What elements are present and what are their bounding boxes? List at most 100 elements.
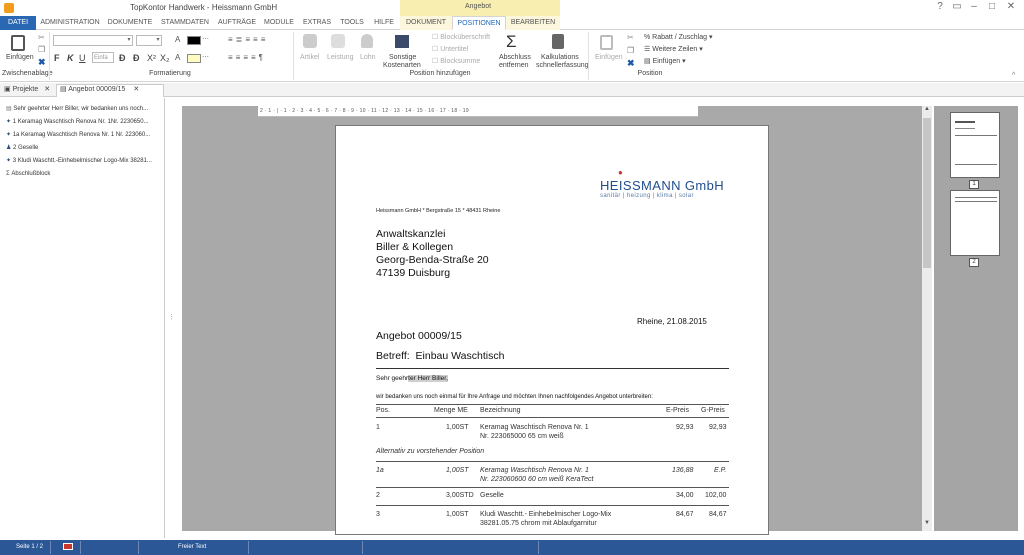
italic-button[interactable]: K — [67, 53, 74, 63]
tab-module[interactable]: MODULE — [262, 16, 296, 30]
worker-icon — [361, 34, 373, 48]
weitere-zeilen-button[interactable]: ☰ Weitere Zeilen ▾ — [644, 46, 703, 54]
cut-icon[interactable]: ✂ — [38, 33, 45, 42]
tab-auftraege[interactable]: AUFTRÄGE — [214, 16, 260, 30]
list-align-icons[interactable]: ≡≡≡≡¶ — [228, 53, 266, 62]
tab-hilfe[interactable]: HILFE — [370, 16, 398, 30]
delete-icon[interactable]: ✖ — [38, 57, 46, 68]
more-colors-icon[interactable]: ⋯ — [202, 35, 209, 43]
address-line: Anwaltskanzlei — [376, 228, 446, 240]
close-icon[interactable]: ✕ — [44, 86, 50, 93]
row-epreis: 136,88 — [672, 467, 694, 474]
tree-item[interactable]: ▤ Sehr geehrter Herr Biller, wir bedanke… — [6, 103, 164, 115]
tree-item[interactable]: ♟ 2 Geselle — [6, 142, 164, 154]
highlight-swatch[interactable] — [187, 54, 201, 63]
kostenarten-button[interactable]: Kostenarten — [383, 62, 421, 70]
collapse-ribbon-icon[interactable]: ^ — [1012, 72, 1015, 79]
tab-dokumente[interactable]: DOKUMENTE — [104, 16, 156, 30]
subscript-button[interactable]: X₂ — [160, 53, 170, 63]
highlight-icon[interactable]: A — [175, 53, 180, 62]
tab-stammdaten[interactable]: STAMMDATEN — [158, 16, 212, 30]
tab-administration[interactable]: ADMINISTRATION — [38, 16, 102, 30]
cut-icon[interactable]: ✂ — [627, 33, 634, 42]
document-page[interactable]: ● HEISSMANN GmbH sanitär | heizung | kli… — [335, 125, 769, 535]
font-field[interactable]: Einfa — [92, 52, 114, 63]
tab-dokument[interactable]: DOKUMENT — [402, 16, 450, 30]
sonstige-button[interactable]: Sonstige — [389, 54, 416, 62]
tab-positionen[interactable]: POSITIONEN — [452, 16, 506, 30]
divider — [376, 368, 729, 369]
more-colors-icon[interactable]: ⋯ — [202, 53, 209, 61]
tree-item[interactable]: ✦ 3 Kludi Waschtt.-Einhebelmischer Logo-… — [6, 155, 164, 167]
restore-icon[interactable]: ▭ — [951, 1, 963, 13]
tree-item[interactable]: ✦ 1a Keramag Waschtisch Renova Nr. 1 Nr.… — [6, 129, 164, 141]
underline-button[interactable]: U — [79, 53, 86, 63]
superscript-button[interactable]: X² — [147, 53, 156, 63]
splitter-handle[interactable]: ⋮ — [168, 313, 175, 321]
tree-item[interactable]: Σ Abschlußblock — [6, 168, 164, 180]
offer-title: Angebot 00009/15 — [376, 330, 462, 342]
rabatt-button[interactable]: % Rabatt / Zuschlag ▾ — [644, 34, 713, 42]
tree-item[interactable]: ✦ 1 Keramag Waschtisch Renova Nr. 1Nr. 2… — [6, 116, 164, 128]
row-bezeichnung: Keramag Waschtisch Renova Nr. 1 — [480, 467, 589, 474]
address-line: Biller & Kollegen — [376, 241, 454, 253]
divider — [376, 505, 729, 506]
page-thumbnail[interactable] — [950, 112, 1000, 178]
address-line: Georg-Benda-Straße 20 — [376, 254, 489, 266]
lohn-button[interactable]: Lohn — [360, 54, 376, 62]
row-epreis: 34,00 — [676, 492, 694, 499]
thumb-table — [955, 135, 997, 165]
strike-button[interactable]: Ð — [119, 53, 126, 63]
einfuegen-dropdown[interactable]: ▤ Einfügen ▾ — [644, 58, 686, 66]
bold-button[interactable]: F — [54, 53, 60, 63]
app-icon — [4, 3, 14, 13]
close-icon[interactable]: ✕ — [1005, 1, 1017, 13]
tab-datei[interactable]: DATEI — [0, 16, 36, 30]
font-color-icon[interactable]: A — [175, 35, 180, 44]
blockueberschrift-checkbox[interactable]: ☐ Blocküberschrift — [432, 34, 490, 42]
page-thumbnail[interactable] — [950, 190, 1000, 256]
chevron-down-icon[interactable]: ▾ — [154, 35, 162, 46]
delete-icon[interactable]: ✖ — [627, 58, 635, 69]
paste-button[interactable]: Einfügen — [6, 54, 34, 62]
tree-item-label: 2 Geselle — [13, 145, 39, 151]
blocksumme-checkbox[interactable]: ☐ Blocksumme — [432, 58, 480, 66]
paragraph-align-icons[interactable]: ≡≣≡≡≡ — [228, 35, 268, 44]
copy-icon[interactable]: ❐ — [38, 45, 45, 54]
maximize-icon[interactable]: □ — [986, 1, 998, 13]
row-gpreis: 92,93 — [709, 424, 727, 431]
einfuegen-position-button[interactable]: Einfügen — [595, 54, 623, 62]
puzzle-icon — [303, 34, 317, 48]
kalkulation-button[interactable]: Kalkulations — [541, 54, 579, 62]
row-menge: 1,00ST — [446, 424, 469, 431]
untertitel-checkbox[interactable]: ☐ Untertitel — [432, 46, 468, 54]
page-number-label: 1 — [969, 180, 979, 189]
scroll-up-icon[interactable]: ▲ — [922, 106, 932, 116]
kalkulation-button-line2: schnellerfassung — [536, 62, 589, 69]
tab-extras[interactable]: EXTRAS — [300, 16, 334, 30]
abschluss-button[interactable]: Abschluss — [499, 54, 531, 62]
scroll-down-icon[interactable]: ▼ — [922, 520, 932, 530]
help-icon[interactable]: ? — [934, 1, 946, 13]
font-color-swatch[interactable] — [187, 36, 201, 45]
artikel-button[interactable]: Artikel — [300, 54, 319, 62]
tab-bearbeiten[interactable]: BEARBEITEN — [508, 16, 558, 30]
col-header-pos: Pos. — [376, 407, 391, 414]
close-icon[interactable]: ✕ — [133, 86, 139, 93]
scroll-thumb[interactable] — [923, 118, 931, 268]
lines-icon: ☰ — [644, 46, 653, 53]
leistung-button[interactable]: Leistung — [327, 54, 353, 62]
flag-icon[interactable] — [63, 543, 73, 550]
chevron-down-icon[interactable]: ▾ — [125, 35, 133, 46]
tree-item-label: Abschlußblock — [11, 171, 51, 177]
ruler[interactable]: 2 · 1 · | · 1 · 2 · 3 · 4 · 5 · 6 · 7 · … — [258, 106, 698, 117]
divider — [376, 487, 729, 488]
double-strike-button[interactable]: Đ — [133, 53, 140, 63]
puzzle-icon: ✦ — [6, 158, 13, 164]
projekte-tab[interactable]: ▣ Projekte ✕ — [4, 86, 50, 94]
group-position: Position — [637, 70, 663, 77]
copy-icon[interactable]: ❐ — [627, 46, 634, 55]
minimize-icon[interactable]: – — [968, 1, 980, 13]
tab-tools[interactable]: TOOLS — [336, 16, 368, 30]
font-family-select[interactable] — [53, 35, 133, 46]
